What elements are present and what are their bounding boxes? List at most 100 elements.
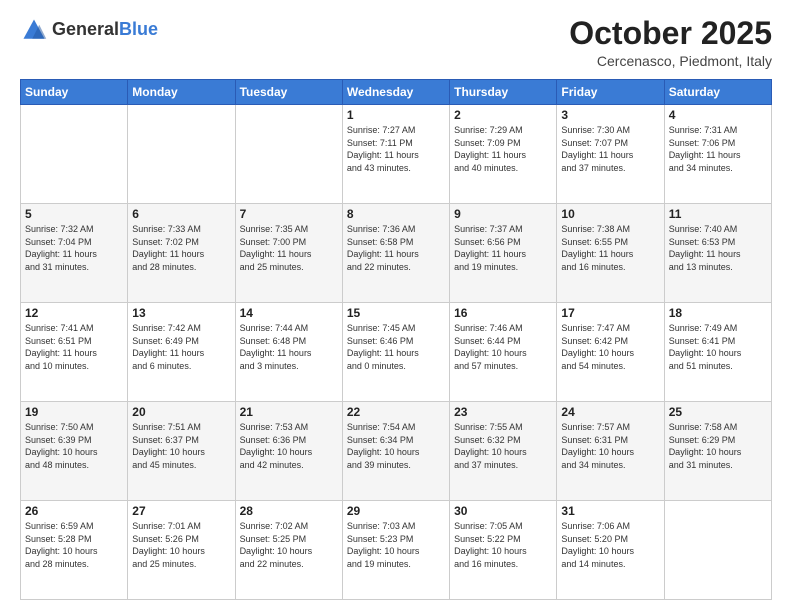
- day-number: 11: [669, 207, 767, 221]
- weekday-header-monday: Monday: [128, 80, 235, 105]
- day-number: 28: [240, 504, 338, 518]
- day-info: Sunrise: 7:44 AM Sunset: 6:48 PM Dayligh…: [240, 322, 338, 372]
- day-info: Sunrise: 7:50 AM Sunset: 6:39 PM Dayligh…: [25, 421, 123, 471]
- day-number: 23: [454, 405, 552, 419]
- day-info: Sunrise: 7:58 AM Sunset: 6:29 PM Dayligh…: [669, 421, 767, 471]
- day-info: Sunrise: 7:42 AM Sunset: 6:49 PM Dayligh…: [132, 322, 230, 372]
- day-number: 25: [669, 405, 767, 419]
- calendar-cell: 3Sunrise: 7:30 AM Sunset: 7:07 PM Daylig…: [557, 105, 664, 204]
- day-number: 9: [454, 207, 552, 221]
- title-block: October 2025 Cercenasco, Piedmont, Italy: [569, 16, 772, 69]
- calendar-cell: 24Sunrise: 7:57 AM Sunset: 6:31 PM Dayli…: [557, 402, 664, 501]
- calendar-week-4: 19 Sunrise: 7:50 AM Sunset: 6:39 PM Dayli…: [21, 402, 772, 501]
- month-title: October 2025: [569, 16, 772, 51]
- day-info: Sunrise: 7:33 AM Sunset: 7:02 PM Dayligh…: [132, 223, 230, 273]
- logo-general: General: [52, 20, 119, 40]
- day-number: 8: [347, 207, 445, 221]
- day-number: 16: [454, 306, 552, 320]
- calendar-cell: 12Sunrise: 7:41 AM Sunset: 6:51 PM Dayli…: [21, 303, 128, 402]
- page: GeneralBlue October 2025 Cercenasco, Pie…: [0, 0, 792, 612]
- calendar-cell: 4 Sunrise: 7:31 AM Sunset: 7:06 PM Daylig…: [664, 105, 771, 204]
- calendar-cell: 25 Sunrise: 7:58 AM Sunset: 6:29 PM Dayli…: [664, 402, 771, 501]
- day-info: Sunrise: 7:37 AM Sunset: 6:56 PM Dayligh…: [454, 223, 552, 273]
- day-number: 4: [669, 108, 767, 122]
- day-info: Sunrise: 7:05 AM Sunset: 5:22 PM Dayligh…: [454, 520, 552, 570]
- day-number: 1: [347, 108, 445, 122]
- calendar-cell: 13 Sunrise: 7:42 AM Sunset: 6:49 PM Dayli…: [128, 303, 235, 402]
- calendar-week-1: 1 Sunrise: 7:27 AM Sunset: 7:11 PM Daylig…: [21, 105, 772, 204]
- logo-blue: Blue: [119, 20, 158, 40]
- day-number: 2: [454, 108, 552, 122]
- calendar-cell: 7 Sunrise: 7:35 AM Sunset: 7:00 PM Daylig…: [235, 204, 342, 303]
- day-number: 6: [132, 207, 230, 221]
- calendar-week-5: 26Sunrise: 6:59 AM Sunset: 5:28 PM Dayli…: [21, 501, 772, 600]
- calendar-cell: 30 Sunrise: 7:05 AM Sunset: 5:22 PM Dayli…: [450, 501, 557, 600]
- day-info: Sunrise: 7:32 AM Sunset: 7:04 PM Dayligh…: [25, 223, 123, 273]
- day-number: 7: [240, 207, 338, 221]
- day-number: 29: [347, 504, 445, 518]
- day-number: 19: [25, 405, 123, 419]
- day-number: 17: [561, 306, 659, 320]
- calendar-cell: 14Sunrise: 7:44 AM Sunset: 6:48 PM Dayli…: [235, 303, 342, 402]
- day-info: Sunrise: 7:54 AM Sunset: 6:34 PM Dayligh…: [347, 421, 445, 471]
- day-info: Sunrise: 7:35 AM Sunset: 7:00 PM Dayligh…: [240, 223, 338, 273]
- header: GeneralBlue October 2025 Cercenasco, Pie…: [20, 16, 772, 69]
- calendar-cell: 28 Sunrise: 7:02 AM Sunset: 5:25 PM Dayli…: [235, 501, 342, 600]
- calendar-cell: 9 Sunrise: 7:37 AM Sunset: 6:56 PM Daylig…: [450, 204, 557, 303]
- day-number: 15: [347, 306, 445, 320]
- day-info: Sunrise: 7:06 AM Sunset: 5:20 PM Dayligh…: [561, 520, 659, 570]
- calendar-cell: 10 Sunrise: 7:38 AM Sunset: 6:55 PM Dayli…: [557, 204, 664, 303]
- day-number: 20: [132, 405, 230, 419]
- day-info: Sunrise: 7:27 AM Sunset: 7:11 PM Dayligh…: [347, 124, 445, 174]
- calendar-cell: 8 Sunrise: 7:36 AM Sunset: 6:58 PM Daylig…: [342, 204, 449, 303]
- day-info: Sunrise: 7:03 AM Sunset: 5:23 PM Dayligh…: [347, 520, 445, 570]
- day-info: Sunrise: 7:57 AM Sunset: 6:31 PM Dayligh…: [561, 421, 659, 471]
- day-info: Sunrise: 7:01 AM Sunset: 5:26 PM Dayligh…: [132, 520, 230, 570]
- day-info: Sunrise: 7:51 AM Sunset: 6:37 PM Dayligh…: [132, 421, 230, 471]
- calendar-cell: 20 Sunrise: 7:51 AM Sunset: 6:37 PM Dayli…: [128, 402, 235, 501]
- calendar-cell: 5Sunrise: 7:32 AM Sunset: 7:04 PM Daylig…: [21, 204, 128, 303]
- weekday-header-friday: Friday: [557, 80, 664, 105]
- weekday-header-thursday: Thursday: [450, 80, 557, 105]
- day-info: Sunrise: 7:36 AM Sunset: 6:58 PM Dayligh…: [347, 223, 445, 273]
- weekday-header-row: SundayMondayTuesdayWednesdayThursdayFrid…: [21, 80, 772, 105]
- calendar-cell: [128, 105, 235, 204]
- day-info: Sunrise: 7:45 AM Sunset: 6:46 PM Dayligh…: [347, 322, 445, 372]
- calendar-cell: 17 Sunrise: 7:47 AM Sunset: 6:42 PM Dayli…: [557, 303, 664, 402]
- calendar-table: SundayMondayTuesdayWednesdayThursdayFrid…: [20, 79, 772, 600]
- calendar-cell: [21, 105, 128, 204]
- day-info: Sunrise: 7:02 AM Sunset: 5:25 PM Dayligh…: [240, 520, 338, 570]
- calendar-cell: 26Sunrise: 6:59 AM Sunset: 5:28 PM Dayli…: [21, 501, 128, 600]
- calendar-cell: 23 Sunrise: 7:55 AM Sunset: 6:32 PM Dayli…: [450, 402, 557, 501]
- day-number: 30: [454, 504, 552, 518]
- calendar-cell: 29 Sunrise: 7:03 AM Sunset: 5:23 PM Dayli…: [342, 501, 449, 600]
- day-info: Sunrise: 7:30 AM Sunset: 7:07 PM Dayligh…: [561, 124, 659, 174]
- calendar-cell: 21Sunrise: 7:53 AM Sunset: 6:36 PM Dayli…: [235, 402, 342, 501]
- calendar-cell: 31 Sunrise: 7:06 AM Sunset: 5:20 PM Dayli…: [557, 501, 664, 600]
- weekday-header-saturday: Saturday: [664, 80, 771, 105]
- day-number: 10: [561, 207, 659, 221]
- logo-icon: [20, 16, 48, 44]
- day-number: 31: [561, 504, 659, 518]
- day-info: Sunrise: 7:29 AM Sunset: 7:09 PM Dayligh…: [454, 124, 552, 174]
- calendar-cell: 19 Sunrise: 7:50 AM Sunset: 6:39 PM Dayli…: [21, 402, 128, 501]
- calendar-week-2: 5Sunrise: 7:32 AM Sunset: 7:04 PM Daylig…: [21, 204, 772, 303]
- day-number: 18: [669, 306, 767, 320]
- day-info: Sunrise: 7:40 AM Sunset: 6:53 PM Dayligh…: [669, 223, 767, 273]
- day-info: Sunrise: 7:46 AM Sunset: 6:44 PM Dayligh…: [454, 322, 552, 372]
- day-number: 13: [132, 306, 230, 320]
- calendar-week-3: 12Sunrise: 7:41 AM Sunset: 6:51 PM Dayli…: [21, 303, 772, 402]
- calendar-cell: 18Sunrise: 7:49 AM Sunset: 6:41 PM Dayli…: [664, 303, 771, 402]
- day-info: Sunrise: 7:38 AM Sunset: 6:55 PM Dayligh…: [561, 223, 659, 273]
- weekday-header-tuesday: Tuesday: [235, 80, 342, 105]
- location: Cercenasco, Piedmont, Italy: [569, 53, 772, 69]
- calendar-cell: [664, 501, 771, 600]
- day-info: Sunrise: 7:31 AM Sunset: 7:06 PM Dayligh…: [669, 124, 767, 174]
- day-info: Sunrise: 7:55 AM Sunset: 6:32 PM Dayligh…: [454, 421, 552, 471]
- weekday-header-wednesday: Wednesday: [342, 80, 449, 105]
- day-number: 26: [25, 504, 123, 518]
- day-info: Sunrise: 7:47 AM Sunset: 6:42 PM Dayligh…: [561, 322, 659, 372]
- day-info: Sunrise: 7:53 AM Sunset: 6:36 PM Dayligh…: [240, 421, 338, 471]
- calendar-cell: 27Sunrise: 7:01 AM Sunset: 5:26 PM Dayli…: [128, 501, 235, 600]
- calendar-cell: 1 Sunrise: 7:27 AM Sunset: 7:11 PM Daylig…: [342, 105, 449, 204]
